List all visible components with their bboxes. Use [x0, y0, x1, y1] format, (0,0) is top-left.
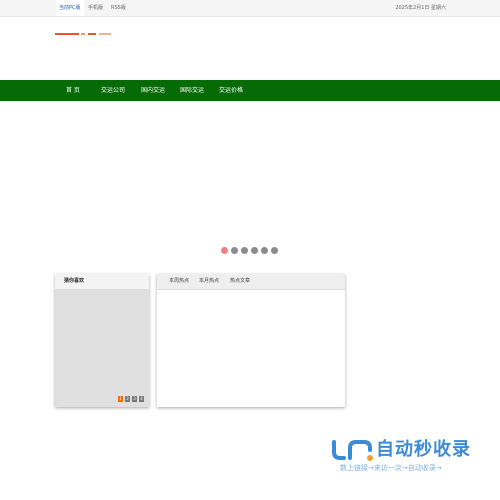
site-logo[interactable] [55, 33, 111, 36]
slider-dot[interactable] [251, 247, 258, 254]
watermark-logo-icon [332, 440, 373, 461]
tab-monthly-hot[interactable]: 本月热点 [199, 274, 219, 289]
page-button[interactable]: 2 [125, 396, 130, 402]
tab-weekly-hot[interactable]: 本周热点 [169, 274, 189, 289]
nav-item-domestic[interactable]: 国内交运 [141, 80, 165, 101]
nav-item-international[interactable]: 国际交运 [180, 80, 204, 101]
slider-dot[interactable] [221, 247, 228, 254]
tab-bar: 本周热点 本月热点 热点文章 [157, 274, 345, 290]
nav-item-price[interactable]: 交运价格 [219, 80, 243, 101]
page-button[interactable]: 3 [132, 396, 137, 402]
page-button[interactable]: 4 [139, 396, 144, 402]
page-button[interactable]: 1 [118, 396, 123, 402]
nav-item-company[interactable]: 交运公司 [101, 80, 125, 101]
mobile-version-link[interactable]: 手机版 [88, 0, 103, 16]
current-date: 2025年2月1日 星期六 [395, 5, 446, 11]
watermark-title: 自动秒收录 [376, 439, 471, 460]
watermark-subtitle: 数上链接→来访一次→自动收录→ [340, 464, 442, 472]
slider-dots [221, 247, 281, 256]
rss-version-link[interactable]: RSS版 [111, 0, 126, 16]
slider-dot[interactable] [231, 247, 238, 254]
panel-title: 猜你喜欢 [55, 274, 149, 290]
watermark: 自动秒收录 数上链接→来访一次→自动收录→ [330, 438, 480, 478]
pc-version-link[interactable]: 当前PC版 [56, 0, 84, 16]
slider-dot[interactable] [261, 247, 268, 254]
guess-you-like-panel: 猜你喜欢 1 2 3 4 [55, 274, 149, 407]
hot-articles-panel: 本周热点 本月热点 热点文章 [157, 274, 345, 407]
top-utility-bar: 当前PC版 手机版 RSS版 2025年2月1日 星期六 [0, 0, 500, 17]
pagination: 1 2 3 4 [118, 396, 144, 402]
tab-hot-articles[interactable]: 热点文章 [230, 274, 250, 289]
slider-dot[interactable] [271, 247, 278, 254]
slider-dot[interactable] [241, 247, 248, 254]
nav-item-home[interactable]: 首 页 [66, 80, 80, 101]
main-nav: 首 页 交运公司 国内交运 国际交运 交运价格 [0, 80, 500, 101]
